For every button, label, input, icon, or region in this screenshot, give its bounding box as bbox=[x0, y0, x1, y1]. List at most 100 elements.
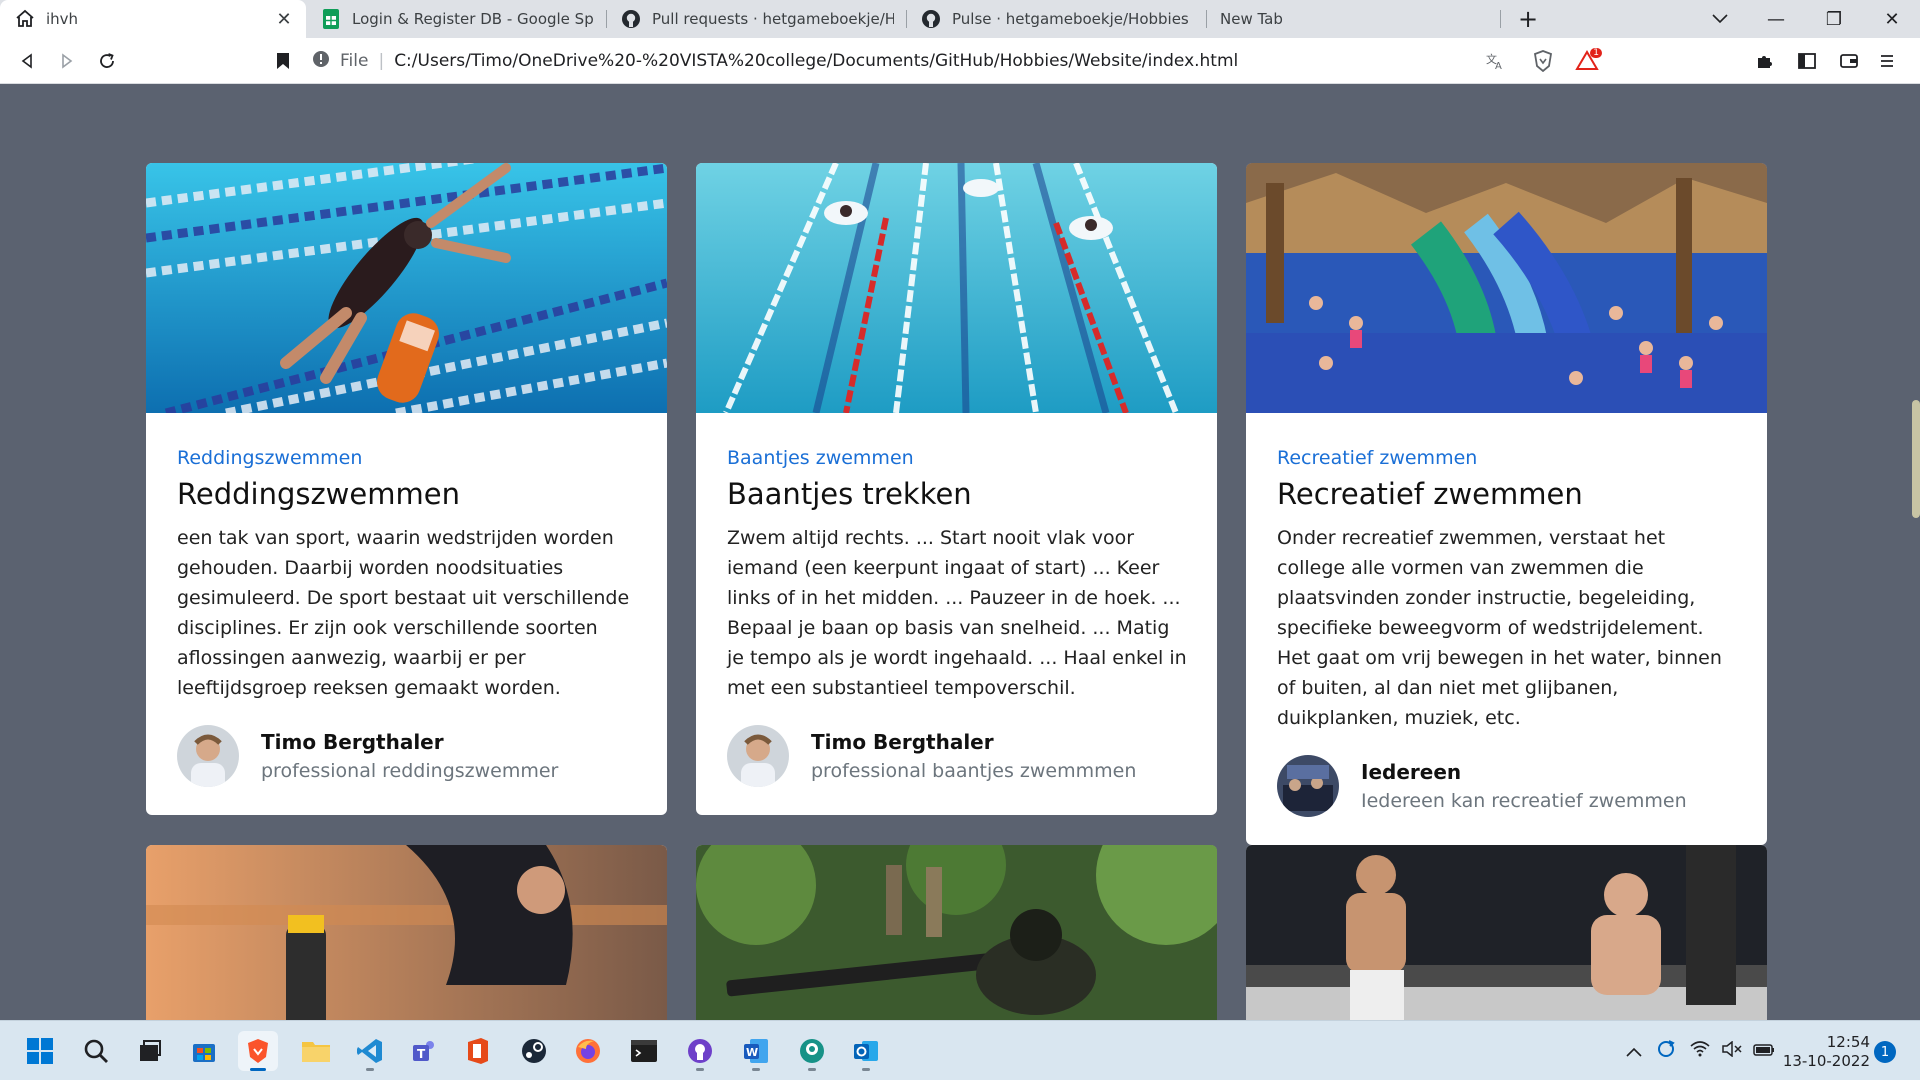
card-category-link[interactable]: Recreatief zwemmen bbox=[1277, 447, 1737, 469]
windows-start-icon[interactable] bbox=[20, 1031, 60, 1071]
tab-new-tab[interactable]: New Tab bbox=[1206, 0, 1500, 38]
avatar bbox=[177, 725, 239, 787]
clock-date: 13-10-2022 bbox=[1782, 1052, 1870, 1070]
terminal-icon[interactable] bbox=[624, 1031, 664, 1071]
card-text: Onder recreatief zwemmen, verstaat het c… bbox=[1277, 527, 1722, 729]
tab-google-spreadsheet[interactable]: Login & Register DB - Google Spreads bbox=[306, 0, 606, 38]
sync-icon[interactable] bbox=[1648, 1039, 1684, 1063]
svg-text:A: A bbox=[1495, 61, 1502, 71]
brave-rewards-icon[interactable]: 1 bbox=[1572, 46, 1602, 76]
avatar bbox=[727, 725, 789, 787]
tab-label: Login & Register DB - Google Spreads bbox=[352, 10, 594, 28]
web-page: Reddingszwemmen Reddingszwemmen een tak … bbox=[0, 85, 1920, 1020]
author-name: Timo Bergthaler bbox=[811, 730, 994, 754]
gitkraken-icon[interactable] bbox=[792, 1031, 832, 1071]
tab-label: ihvh bbox=[46, 10, 79, 28]
card-recreatief-zwemmen[interactable]: Recreatief zwemmen Recreatief zwemmen On… bbox=[1246, 163, 1767, 845]
address-bar[interactable]: File | C:/Users/Timo/OneDrive%20-%20VIST… bbox=[312, 44, 1612, 78]
card-title: Baantjes trekken bbox=[727, 477, 972, 511]
wifi-icon[interactable] bbox=[1684, 1041, 1716, 1061]
card-author: Timo Bergthaler professional reddingszwe… bbox=[177, 725, 637, 787]
volume-muted-icon[interactable] bbox=[1716, 1040, 1748, 1061]
svg-text:T: T bbox=[417, 1047, 426, 1061]
tab-ihvh[interactable]: ihvh ✕ bbox=[0, 0, 306, 38]
microsoft-store-icon[interactable] bbox=[184, 1031, 224, 1071]
card-author: Iedereen Iedereen kan recreatief zwemmen bbox=[1277, 755, 1737, 817]
scrollbar-thumb[interactable] bbox=[1912, 400, 1920, 518]
brave-browser-icon[interactable] bbox=[238, 1031, 278, 1071]
menu-icon[interactable] bbox=[1872, 46, 1902, 76]
brave-shield-icon[interactable] bbox=[1528, 46, 1558, 76]
back-icon[interactable] bbox=[12, 46, 42, 76]
security-label: File bbox=[340, 51, 369, 71]
author-role: professional reddingszwemmer bbox=[261, 760, 559, 782]
author-name: Timo Bergthaler bbox=[261, 730, 444, 754]
notification-badge[interactable]: 1 bbox=[1874, 1041, 1896, 1063]
tab-pull-requests[interactable]: Pull requests · hetgameboekje/Hobbie bbox=[606, 0, 906, 38]
reload-icon[interactable] bbox=[92, 46, 122, 76]
tab-label: Pulse · hetgameboekje/Hobbies bbox=[952, 10, 1189, 28]
card-text: een tak van sport, waarin wedstrijden wo… bbox=[177, 527, 630, 699]
info-icon[interactable] bbox=[312, 50, 330, 73]
card-reddingszwemmen[interactable]: Reddingszwemmen Reddingszwemmen een tak … bbox=[146, 163, 667, 815]
card-airsoft[interactable] bbox=[696, 845, 1217, 1020]
card-image bbox=[146, 845, 667, 1020]
tab-search-chevron-icon[interactable] bbox=[1692, 0, 1748, 38]
browser-toolbar: File | C:/Users/Timo/OneDrive%20-%20VIST… bbox=[0, 38, 1920, 84]
bookmark-icon[interactable] bbox=[268, 46, 298, 76]
close-window-button[interactable]: ✕ bbox=[1864, 0, 1920, 38]
card-fitness[interactable] bbox=[146, 845, 667, 1020]
vscode-icon[interactable] bbox=[350, 1031, 390, 1071]
firefox-icon[interactable] bbox=[568, 1031, 608, 1071]
author-role: professional baantjes zwemmmen bbox=[811, 760, 1137, 782]
close-tab-icon[interactable]: ✕ bbox=[274, 9, 294, 30]
card-category-link[interactable]: Baantjes zwemmen bbox=[727, 447, 1187, 469]
card-title: Reddingszwemmen bbox=[177, 477, 460, 511]
clock[interactable]: 12:54 13-10-2022 bbox=[1780, 1033, 1870, 1071]
word-icon[interactable]: W bbox=[736, 1031, 776, 1071]
search-icon[interactable] bbox=[76, 1031, 116, 1071]
url-text[interactable]: C:/Users/Timo/OneDrive%20-%20VISTA%20col… bbox=[394, 51, 1238, 71]
chevron-up-icon[interactable] bbox=[1620, 1042, 1648, 1061]
tab-label: Pull requests · hetgameboekje/Hobbie bbox=[652, 10, 894, 28]
svg-text:W: W bbox=[746, 1046, 758, 1059]
card-author: Timo Bergthaler professional baantjes zw… bbox=[727, 725, 1187, 787]
card-mma[interactable] bbox=[1246, 845, 1767, 1020]
tab-label: New Tab bbox=[1220, 10, 1283, 28]
tab-strip: ihvh ✕ Login & Register DB - Google Spre… bbox=[0, 0, 1920, 38]
minimize-button[interactable]: — bbox=[1748, 0, 1804, 38]
sidebar-icon[interactable] bbox=[1792, 46, 1822, 76]
windows-taskbar: T W 12:54 13-10-2022 1 bbox=[0, 1020, 1920, 1080]
teams-icon[interactable]: T bbox=[404, 1031, 444, 1071]
card-image bbox=[1246, 845, 1767, 1020]
outlook-icon[interactable] bbox=[846, 1031, 886, 1071]
new-tab-button[interactable]: + bbox=[1500, 0, 1556, 38]
github-desktop-icon[interactable] bbox=[680, 1031, 720, 1071]
card-title: Recreatief zwemmen bbox=[1277, 477, 1583, 511]
wallet-icon[interactable] bbox=[1834, 46, 1864, 76]
system-tray bbox=[1620, 1021, 1780, 1080]
card-category-link[interactable]: Reddingszwemmen bbox=[177, 447, 637, 469]
tab-pulse[interactable]: Pulse · hetgameboekje/Hobbies bbox=[906, 0, 1206, 38]
card-baantjes-zwemmen[interactable]: Baantjes zwemmen Baantjes trekken Zwem a… bbox=[696, 163, 1217, 815]
author-role: Iedereen kan recreatief zwemmen bbox=[1361, 790, 1687, 812]
steam-icon[interactable] bbox=[514, 1031, 554, 1071]
card-image bbox=[696, 845, 1217, 1020]
author-name: Iedereen bbox=[1361, 760, 1462, 784]
home-icon bbox=[14, 8, 36, 30]
card-image bbox=[146, 163, 667, 413]
restore-button[interactable]: ❐ bbox=[1806, 0, 1862, 38]
forward-icon[interactable] bbox=[52, 46, 82, 76]
extensions-puzzle-icon[interactable] bbox=[1750, 46, 1780, 76]
google-sheets-icon bbox=[320, 8, 342, 30]
task-view-icon[interactable] bbox=[130, 1031, 170, 1071]
github-icon bbox=[920, 8, 942, 30]
translate-icon[interactable]: 文A bbox=[1480, 46, 1510, 76]
office-icon[interactable] bbox=[458, 1031, 498, 1071]
rewards-badge: 1 bbox=[1590, 48, 1602, 58]
file-explorer-icon[interactable] bbox=[296, 1031, 336, 1071]
card-image bbox=[696, 163, 1217, 413]
battery-icon[interactable] bbox=[1748, 1042, 1780, 1061]
github-icon bbox=[620, 8, 642, 30]
card-image bbox=[1246, 163, 1767, 413]
